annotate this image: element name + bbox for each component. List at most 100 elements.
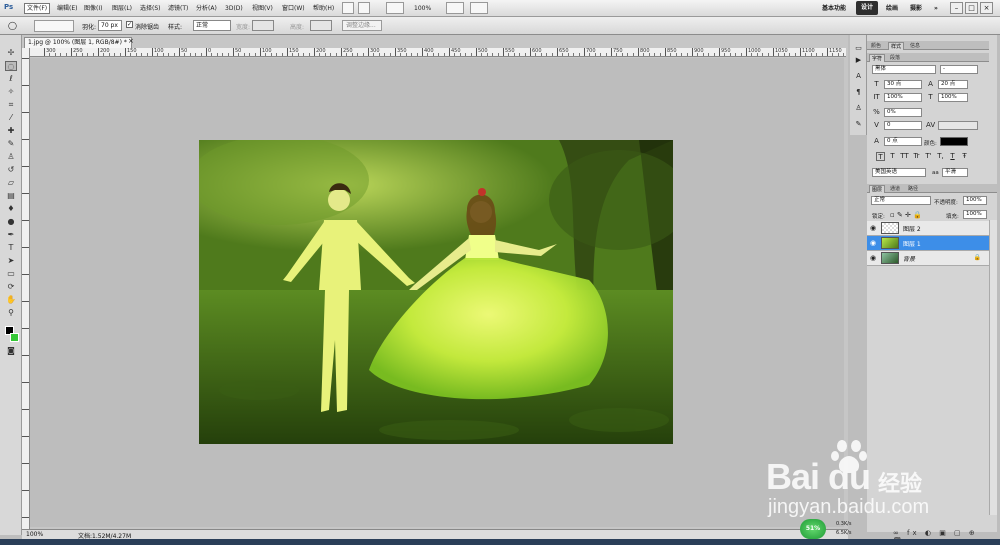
- screen-mode-icon[interactable]: [470, 2, 488, 14]
- brush-tool-icon[interactable]: ✎: [5, 139, 17, 149]
- character-panel-icon[interactable]: A: [854, 72, 863, 81]
- antialias-checkbox[interactable]: ✓: [126, 21, 133, 28]
- leading-input[interactable]: 20 点: [938, 80, 968, 89]
- clone-stamp-tool-icon[interactable]: ♙: [5, 152, 17, 162]
- tab-layers[interactable]: 图层: [869, 185, 886, 193]
- history-brush-tool-icon[interactable]: ↺: [5, 165, 17, 175]
- crop-tool-icon[interactable]: ⌗: [5, 100, 17, 110]
- menu-help[interactable]: 帮助(H): [311, 3, 336, 14]
- minimize-button[interactable]: –: [950, 2, 963, 14]
- tab-channels[interactable]: 通道: [888, 185, 902, 193]
- underline-icon[interactable]: T: [948, 152, 957, 161]
- text-color-swatch[interactable]: [940, 137, 968, 146]
- lasso-tool-icon[interactable]: ℓ: [5, 74, 17, 84]
- strikethrough-icon[interactable]: Ŧ: [960, 152, 969, 161]
- feather-input[interactable]: 70 px: [98, 20, 122, 31]
- brush-presets-panel-icon[interactable]: ✎: [854, 120, 863, 129]
- menu-3d[interactable]: 3D(D): [223, 3, 245, 14]
- kerning-input[interactable]: 0: [884, 121, 922, 130]
- faux-bold-icon[interactable]: T: [876, 152, 885, 161]
- fill-input[interactable]: 100%: [963, 210, 987, 219]
- quick-mask-icon[interactable]: ◙: [5, 346, 17, 356]
- font-style-select[interactable]: -: [940, 65, 978, 74]
- width-input[interactable]: [252, 20, 274, 31]
- photo-image[interactable]: [199, 140, 673, 444]
- close-icon[interactable]: ×: [128, 37, 134, 45]
- blend-mode-select[interactable]: 正常: [871, 196, 931, 205]
- view-extras-icon[interactable]: [386, 2, 404, 14]
- shape-tool-icon[interactable]: ▭: [5, 269, 17, 279]
- pen-tool-icon[interactable]: ✒: [5, 230, 17, 240]
- lock-options-icons[interactable]: ▫ ✎ ✛ 🔒: [890, 211, 922, 219]
- tab-styles[interactable]: 样式: [888, 42, 905, 50]
- eye-icon[interactable]: ◉: [870, 239, 876, 247]
- close-button[interactable]: ×: [980, 2, 993, 14]
- bridge-icon[interactable]: [342, 2, 354, 14]
- magic-wand-tool-icon[interactable]: ✧: [5, 87, 17, 97]
- workspace-photography[interactable]: 摄影: [910, 3, 922, 14]
- background-color-swatch[interactable]: [10, 333, 19, 342]
- menu-analysis[interactable]: 分析(A): [194, 3, 219, 14]
- menu-view[interactable]: 视图(V): [250, 3, 275, 14]
- style-select[interactable]: 正常: [193, 20, 231, 31]
- menu-layer[interactable]: 图层(L): [110, 3, 134, 14]
- font-size-input[interactable]: 30 点: [884, 80, 922, 89]
- marquee-tool-icon[interactable]: ◌: [5, 61, 17, 71]
- workspace-painting[interactable]: 绘画: [886, 3, 898, 14]
- vertical-scale-input[interactable]: 100%: [884, 93, 922, 102]
- more-workspaces[interactable]: »: [934, 3, 938, 14]
- subscript-icon[interactable]: T,: [936, 152, 945, 161]
- layer-row[interactable]: ◉ 图层 2: [867, 221, 989, 236]
- minibridge-icon[interactable]: [358, 2, 370, 14]
- height-input[interactable]: [310, 20, 332, 31]
- hand-tool-icon[interactable]: ✋: [5, 295, 17, 305]
- eraser-tool-icon[interactable]: ▱: [5, 178, 17, 188]
- eyedropper-tool-icon[interactable]: ⁄: [5, 113, 17, 123]
- elliptical-marquee-icon[interactable]: ◯: [8, 21, 22, 31]
- paragraph-panel-icon[interactable]: ¶: [854, 88, 863, 97]
- language-select[interactable]: 美国英语: [872, 168, 926, 177]
- tab-info[interactable]: 信息: [908, 42, 922, 50]
- selection-mode-icons[interactable]: [34, 20, 74, 32]
- menu-window[interactable]: 窗口(W): [280, 3, 307, 14]
- all-caps-icon[interactable]: TT: [900, 152, 909, 161]
- menu-file[interactable]: 文件(F): [24, 3, 51, 14]
- workspace-design[interactable]: 设计: [856, 1, 878, 15]
- tab-paragraph[interactable]: 段落: [888, 54, 902, 62]
- menu-image[interactable]: 图像(I): [82, 3, 104, 14]
- baseline-shift-input[interactable]: 0 点: [884, 137, 922, 146]
- small-caps-icon[interactable]: Tr: [912, 152, 921, 161]
- status-zoom[interactable]: 100%: [26, 531, 43, 538]
- path-selection-tool-icon[interactable]: ➤: [5, 256, 17, 266]
- refine-edge-button[interactable]: 调整边缘...: [342, 20, 382, 31]
- blur-tool-icon[interactable]: ♦: [5, 204, 17, 214]
- move-tool-icon[interactable]: ✢: [5, 48, 17, 58]
- maximize-button[interactable]: □: [965, 2, 978, 14]
- clone-source-panel-icon[interactable]: ♙: [854, 104, 863, 113]
- font-family-select[interactable]: 黑体: [872, 65, 936, 74]
- history-panel-icon[interactable]: ▭: [854, 44, 863, 53]
- eye-icon[interactable]: ◉: [870, 224, 876, 232]
- zoom-level-select[interactable]: 100%: [412, 3, 433, 14]
- menu-select[interactable]: 选择(S): [138, 3, 163, 14]
- dodge-tool-icon[interactable]: ●: [5, 217, 17, 227]
- actions-panel-icon[interactable]: ▶: [854, 56, 863, 65]
- antialias-select[interactable]: 平滑: [942, 168, 968, 177]
- opacity-input[interactable]: 100%: [963, 196, 987, 205]
- layer-row-selected[interactable]: ◉ 图层 1: [867, 236, 989, 251]
- type-tool-icon[interactable]: T: [5, 243, 17, 253]
- superscript-icon[interactable]: T': [924, 152, 933, 161]
- tracking-input[interactable]: [938, 121, 978, 130]
- menu-edit[interactable]: 编辑(E): [55, 3, 79, 14]
- document-tab[interactable]: 1.jpg @ 100% (图层 1, RGB/8#) *: [24, 37, 132, 48]
- layers-scrollbar[interactable]: [989, 220, 997, 515]
- tab-color[interactable]: 颜色: [869, 42, 883, 50]
- tab-paths[interactable]: 路径: [906, 185, 920, 193]
- menu-filter[interactable]: 滤镜(T): [166, 3, 190, 14]
- healing-brush-tool-icon[interactable]: ✚: [5, 126, 17, 136]
- zoom-tool-icon[interactable]: ⚲: [5, 308, 17, 318]
- horizontal-scale-input[interactable]: 100%: [938, 93, 968, 102]
- layer-row[interactable]: ◉ 背景 🔒: [867, 251, 989, 266]
- faux-italic-icon[interactable]: T: [888, 152, 897, 161]
- eye-icon[interactable]: ◉: [870, 254, 876, 262]
